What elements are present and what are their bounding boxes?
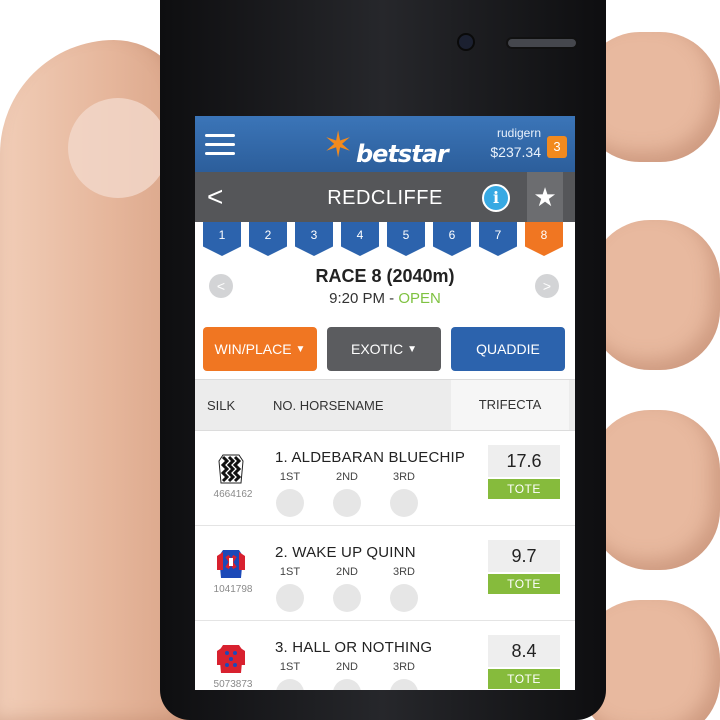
phone-screen: ✶ betstar rudigern $237.34 3 < REDCLIFFE… xyxy=(195,116,575,690)
exotic-label: EXOTIC xyxy=(350,341,404,357)
column-horsename: NO. HORSENAME xyxy=(273,398,384,413)
position-label-3rd: 3RD xyxy=(392,661,415,673)
betstar-logo[interactable]: ✶ betstar xyxy=(323,127,453,169)
position-label-2nd: 2ND xyxy=(335,566,358,578)
app-header: ✶ betstar rudigern $237.34 3 xyxy=(195,116,575,172)
position-label-2nd: 2ND xyxy=(335,471,358,483)
runner-row: 4664162 1. ALDEBARAN BLUECHIP 1ST 2ND 3R… xyxy=(195,431,575,526)
meeting-title: REDCLIFFE xyxy=(327,187,443,209)
race-tab-4[interactable]: 4 xyxy=(341,222,379,256)
select-1st-radio[interactable] xyxy=(276,679,304,690)
position-label-1st: 1ST xyxy=(279,566,301,578)
quaddie-label: QUADDIE xyxy=(476,341,540,357)
race-tab-3[interactable]: 3 xyxy=(295,222,333,256)
win-place-button[interactable]: WIN/PLACE ▼ xyxy=(203,327,317,371)
odds-button[interactable]: 17.6 TOTE xyxy=(488,445,560,501)
race-tab-5[interactable]: 5 xyxy=(387,222,425,256)
select-3rd-radio[interactable] xyxy=(390,679,418,690)
jockey-silk-icon xyxy=(217,550,245,578)
logo-text: betstar xyxy=(356,140,449,168)
odds-value: 9.7 xyxy=(488,540,560,572)
silk-id: 1041798 xyxy=(213,584,253,595)
race-name: RACE 8 (2040m) xyxy=(315,266,455,286)
position-label-3rd: 3RD xyxy=(392,566,415,578)
race-status: OPEN xyxy=(398,290,441,307)
runner-row: 5073873 3. HALL OR NOTHING 1ST 2ND 3RD 8… xyxy=(195,621,575,690)
horse-name: 1. ALDEBARAN BLUECHIP xyxy=(275,449,466,466)
account-balance: $237.34 xyxy=(490,144,541,160)
runner-list: 4664162 1. ALDEBARAN BLUECHIP 1ST 2ND 3R… xyxy=(195,431,575,690)
front-camera xyxy=(457,33,475,51)
caret-down-icon: ▼ xyxy=(295,344,306,356)
position-label-2nd: 2ND xyxy=(335,661,358,673)
race-time: 9:20 PM - OPEN xyxy=(195,290,575,307)
star-icon[interactable]: ★ xyxy=(527,172,563,222)
meeting-bar: < REDCLIFFE i ★ xyxy=(195,172,575,222)
info-icon[interactable]: i xyxy=(482,184,510,212)
tote-tag: TOTE xyxy=(488,574,560,594)
caret-down-icon: ▼ xyxy=(407,344,418,356)
select-2nd-radio[interactable] xyxy=(333,584,361,612)
select-1st-radio[interactable] xyxy=(276,489,304,517)
account-summary[interactable]: rudigern $237.34 xyxy=(490,126,541,160)
position-label-1st: 1ST xyxy=(279,471,301,483)
odds-value: 8.4 xyxy=(488,635,560,667)
select-3rd-radio[interactable] xyxy=(390,489,418,517)
runner-table-header: SILK NO. HORSENAME TRIFECTA xyxy=(195,379,575,431)
exotic-button[interactable]: EXOTIC ▼ xyxy=(327,327,441,371)
username: rudigern xyxy=(496,126,541,140)
position-label-1st: 1ST xyxy=(279,661,301,673)
earpiece-speaker xyxy=(506,37,578,49)
finger xyxy=(590,220,720,370)
notification-badge[interactable]: 3 xyxy=(547,136,567,158)
position-label-3rd: 3RD xyxy=(392,471,415,483)
odds-value: 17.6 xyxy=(488,445,560,477)
horse-name: 3. HALL OR NOTHING xyxy=(275,639,433,656)
jockey-silk-icon xyxy=(217,645,245,673)
select-2nd-radio[interactable] xyxy=(333,489,361,517)
race-tab-8[interactable]: 8 xyxy=(525,222,563,256)
thumbnail xyxy=(68,98,168,198)
horse-name: 2. WAKE UP QUINN xyxy=(275,544,416,561)
quaddie-button[interactable]: QUADDIE xyxy=(451,327,565,371)
race-tab-2[interactable]: 2 xyxy=(249,222,287,256)
win-place-label: WIN/PLACE xyxy=(214,341,292,357)
select-3rd-radio[interactable] xyxy=(390,584,418,612)
silk-id: 4664162 xyxy=(213,489,253,500)
column-silk: SILK xyxy=(207,398,236,413)
race-start-time: 9:20 PM xyxy=(329,290,385,307)
column-trifecta[interactable]: TRIFECTA xyxy=(451,380,569,430)
race-tab-6[interactable]: 6 xyxy=(433,222,471,256)
silk-id: 5073873 xyxy=(213,679,253,690)
odds-button[interactable]: 8.4 TOTE xyxy=(488,635,560,690)
tote-tag: TOTE xyxy=(488,479,560,499)
race-tab-7[interactable]: 7 xyxy=(479,222,517,256)
hamburger-icon[interactable] xyxy=(205,134,235,156)
tote-tag: TOTE xyxy=(488,669,560,689)
race-heading: < RACE 8 (2040m) 9:20 PM - OPEN > xyxy=(195,262,575,312)
select-2nd-radio[interactable] xyxy=(333,679,361,690)
jockey-silk-icon xyxy=(218,454,244,484)
separator: - xyxy=(385,290,399,307)
race-tabs: 1 2 3 4 5 6 7 8 xyxy=(203,222,563,258)
next-race-icon[interactable]: > xyxy=(535,274,559,298)
select-1st-radio[interactable] xyxy=(276,584,304,612)
runner-row: 1041798 2. WAKE UP QUINN 1ST 2ND 3RD 9.7… xyxy=(195,526,575,621)
odds-button[interactable]: 9.7 TOTE xyxy=(488,540,560,596)
finger xyxy=(590,410,720,570)
race-tab-1[interactable]: 1 xyxy=(203,222,241,256)
